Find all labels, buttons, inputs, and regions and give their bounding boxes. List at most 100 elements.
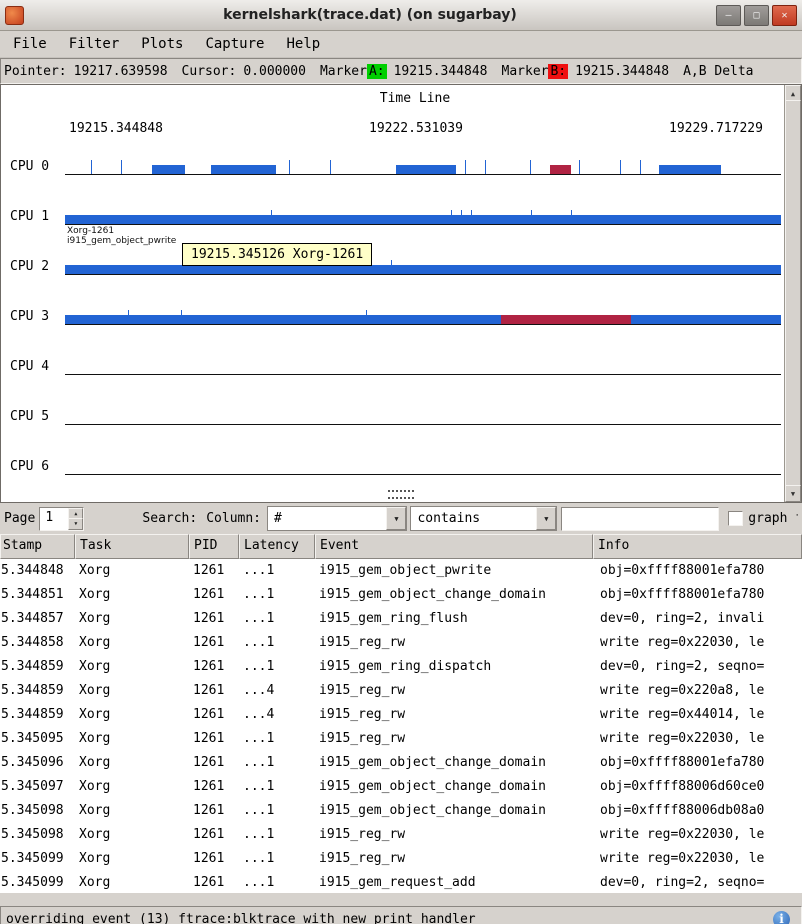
- table-body[interactable]: 5.344848Xorg1261...1i915_gem_object_pwri…: [0, 559, 802, 893]
- chevron-down-icon[interactable]: ▼: [536, 507, 556, 530]
- cell-pid: 1261: [189, 583, 239, 607]
- cpu-2-task-bar[interactable]: [65, 265, 781, 274]
- match-select[interactable]: contains ▼: [410, 506, 557, 531]
- cpu-0-task-bar[interactable]: [396, 165, 456, 174]
- cell-task: Xorg: [75, 703, 189, 727]
- event-tick[interactable]: [128, 310, 129, 324]
- event-tick[interactable]: [571, 210, 572, 224]
- chevron-down-icon[interactable]: ▼: [386, 507, 406, 530]
- pointer-label: Pointer:: [4, 64, 67, 79]
- page-spinbox[interactable]: 1 ▲ ▼: [39, 507, 84, 531]
- graph-follows-checkbox[interactable]: [728, 511, 743, 526]
- cpu-0-task-bar[interactable]: [550, 165, 571, 174]
- table-row[interactable]: 5.344859Xorg1261...4i915_reg_rwwrite reg…: [0, 703, 802, 727]
- event-tick[interactable]: [485, 160, 486, 174]
- scroll-down-icon[interactable]: ▼: [785, 485, 801, 502]
- cell-latency: ...1: [239, 775, 315, 799]
- event-tick[interactable]: [465, 160, 466, 174]
- titlebar[interactable]: kernelshark(trace.dat) (on sugarbay) — □…: [0, 0, 802, 31]
- table-row[interactable]: 5.345099Xorg1261...1i915_gem_request_add…: [0, 871, 802, 893]
- table-row[interactable]: 5.345098Xorg1261...1i915_reg_rwwrite reg…: [0, 823, 802, 847]
- cell-event: i915_reg_rw: [315, 679, 593, 703]
- cpu-0-task-bar[interactable]: [152, 165, 185, 174]
- cell-latency: ...1: [239, 823, 315, 847]
- cpu-label-0: CPU 0: [10, 159, 62, 174]
- table-row[interactable]: 5.345096Xorg1261...1i915_gem_object_chan…: [0, 751, 802, 775]
- splitter-handle[interactable]: [388, 490, 414, 499]
- cpu-0-task-bar[interactable]: [211, 165, 275, 174]
- table-row[interactable]: 5.344858Xorg1261...1i915_reg_rwwrite reg…: [0, 631, 802, 655]
- cell-stamp: 5.345099: [0, 847, 75, 871]
- event-tick[interactable]: [531, 210, 532, 224]
- cpu-label-1: CPU 1: [10, 209, 62, 224]
- column-header-task[interactable]: Task: [75, 534, 189, 559]
- graph-scrollbar[interactable]: ▲ ▼: [784, 85, 801, 502]
- table-row[interactable]: 5.344848Xorg1261...1i915_gem_object_pwri…: [0, 559, 802, 583]
- event-tick[interactable]: [620, 160, 621, 174]
- column-header-latency[interactable]: Latency: [239, 534, 315, 559]
- marker-b-badge[interactable]: B:: [548, 64, 568, 79]
- event-tick[interactable]: [461, 210, 462, 224]
- menu-item-filter[interactable]: Filter: [58, 31, 131, 57]
- cell-task: Xorg: [75, 631, 189, 655]
- close-button[interactable]: ✕: [772, 5, 797, 26]
- event-tick[interactable]: [579, 160, 580, 174]
- cpu-baseline-5: [65, 424, 781, 425]
- table-row[interactable]: 5.344859Xorg1261...4i915_reg_rwwrite reg…: [0, 679, 802, 703]
- menu-item-plots[interactable]: Plots: [130, 31, 194, 57]
- status-message: overriding event (13) ftrace:blktrace wi…: [6, 912, 476, 924]
- event-tick[interactable]: [121, 160, 122, 174]
- minimize-button[interactable]: —: [716, 5, 741, 26]
- cpu-3-task-bar[interactable]: [65, 315, 781, 324]
- cpu-baseline-2: [65, 274, 781, 275]
- event-tick[interactable]: [271, 210, 272, 224]
- event-tick[interactable]: [330, 160, 331, 174]
- cell-stamp: 5.345095: [0, 727, 75, 751]
- menu-item-capture[interactable]: Capture: [194, 31, 275, 57]
- menubar: FileFilterPlotsCaptureHelp: [0, 31, 802, 58]
- menu-item-help[interactable]: Help: [275, 31, 331, 57]
- timeline-graph[interactable]: Time Line 19215.344848 19222.531039 1922…: [0, 84, 802, 503]
- info-icon[interactable]: i: [773, 911, 790, 924]
- column-header-info[interactable]: Info: [593, 534, 802, 559]
- event-tick[interactable]: [391, 260, 392, 274]
- cell-stamp: 5.345099: [0, 871, 75, 893]
- table-row[interactable]: 5.344859Xorg1261...1i915_gem_ring_dispat…: [0, 655, 802, 679]
- marker-a-badge[interactable]: A:: [367, 64, 387, 79]
- maximize-button[interactable]: □: [744, 5, 769, 26]
- cell-info: obj=0xffff88001efa780: [593, 559, 802, 583]
- cpu-3-task-bar[interactable]: [501, 315, 631, 324]
- column-select[interactable]: # ▼: [267, 506, 407, 531]
- table-row[interactable]: 5.345098Xorg1261...1i915_gem_object_chan…: [0, 799, 802, 823]
- time-tick-label-left: 19215.344848: [69, 121, 163, 136]
- scrollbar-thumb[interactable]: [785, 100, 801, 487]
- table-row[interactable]: 5.345095Xorg1261...1i915_reg_rwwrite reg…: [0, 727, 802, 751]
- search-input[interactable]: [561, 507, 719, 531]
- event-tick[interactable]: [471, 210, 472, 224]
- cell-pid: 1261: [189, 823, 239, 847]
- event-tick[interactable]: [181, 310, 182, 324]
- event-tick[interactable]: [640, 160, 641, 174]
- cell-stamp: 5.344851: [0, 583, 75, 607]
- cell-latency: ...1: [239, 847, 315, 871]
- event-tick[interactable]: [91, 160, 92, 174]
- cpu-1-task-bar[interactable]: [65, 215, 781, 224]
- cell-info: write reg=0x22030, le: [593, 823, 802, 847]
- table-row[interactable]: 5.345097Xorg1261...1i915_gem_object_chan…: [0, 775, 802, 799]
- column-header-stamp[interactable]: Stamp: [0, 534, 75, 559]
- column-header-event[interactable]: Event: [315, 534, 593, 559]
- cell-pid: 1261: [189, 607, 239, 631]
- event-tick[interactable]: [366, 310, 367, 324]
- column-header-pid[interactable]: PID: [189, 534, 239, 559]
- menu-item-file[interactable]: File: [2, 31, 58, 57]
- event-tick[interactable]: [451, 210, 452, 224]
- event-tick[interactable]: [289, 160, 290, 174]
- table-row[interactable]: 5.345099Xorg1261...1i915_reg_rwwrite reg…: [0, 847, 802, 871]
- spin-down-icon[interactable]: ▼: [68, 518, 83, 530]
- table-row[interactable]: 5.344851Xorg1261...1i915_gem_object_chan…: [0, 583, 802, 607]
- table-row[interactable]: 5.344857Xorg1261...1i915_gem_ring_flushd…: [0, 607, 802, 631]
- cell-pid: 1261: [189, 847, 239, 871]
- cpu-0-task-bar[interactable]: [659, 165, 721, 174]
- event-tick[interactable]: [530, 160, 531, 174]
- pointer-value: 19217.639598: [74, 64, 168, 79]
